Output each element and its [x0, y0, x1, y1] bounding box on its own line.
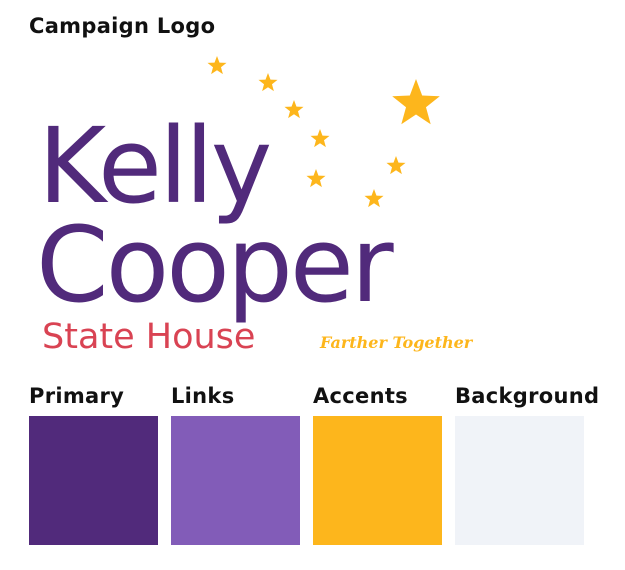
- swatch-background: [455, 416, 584, 545]
- swatch-label-primary: Primary: [29, 384, 125, 408]
- swatch-primary: [29, 416, 158, 545]
- swatch-label-background: Background: [455, 384, 600, 408]
- swatch-accents: [313, 416, 442, 545]
- color-palette: Primary Links Accents Background: [0, 0, 625, 570]
- swatch-links: [171, 416, 300, 545]
- swatch-label-accents: Accents: [313, 384, 408, 408]
- swatch-label-links: Links: [171, 384, 235, 408]
